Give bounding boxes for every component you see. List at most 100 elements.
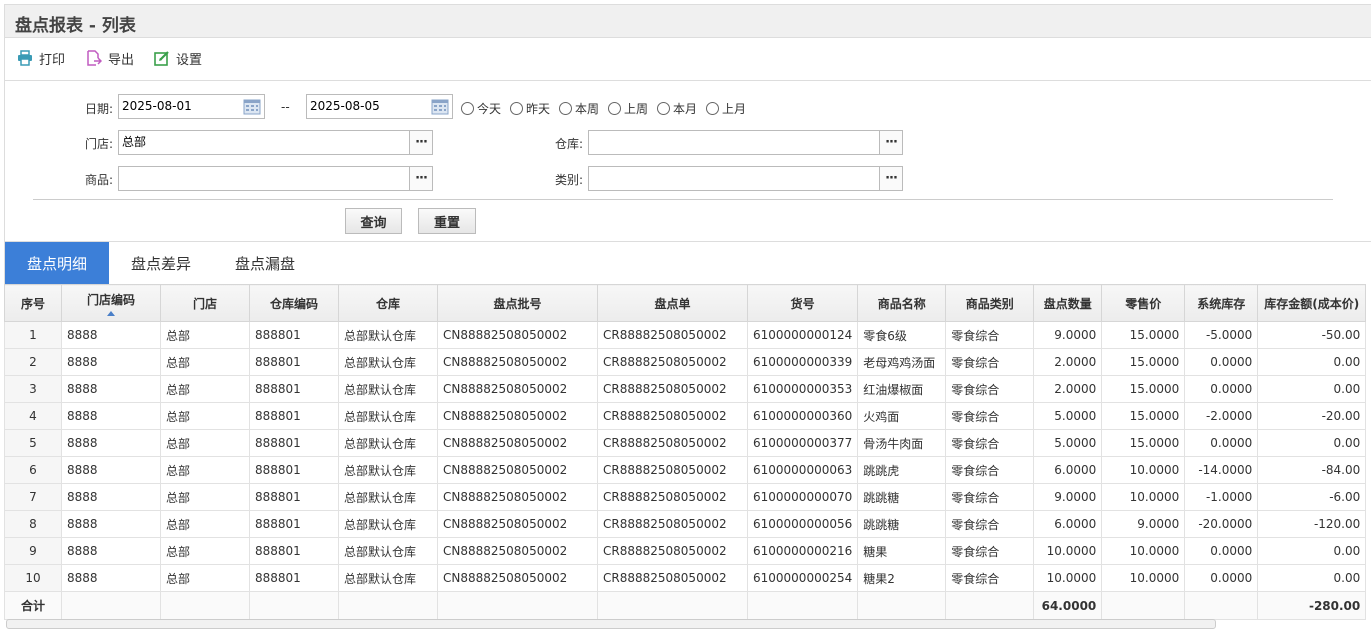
- table-cell: 9.0000: [1033, 483, 1103, 511]
- table-cell: 8888: [61, 321, 161, 349]
- table-cell: CN88882508050002: [437, 510, 598, 538]
- table-cell: [1184, 591, 1259, 620]
- table-row[interactable]: 3 8888 总部 888801 总部默认仓库 CN88882508050002 CR888…: [4, 375, 1367, 403]
- calendar-icon[interactable]: [241, 96, 263, 117]
- table-body: 1 8888 总部 888801 总部默认仓库 CN88882508050002 CR888…: [4, 321, 1367, 592]
- column-header[interactable]: 仓库: [338, 284, 438, 322]
- table-cell: 15.0000: [1101, 429, 1186, 457]
- table-cell: 零食综合: [945, 483, 1035, 511]
- tab-count-detail[interactable]: 盘点明细: [5, 242, 109, 284]
- data-grid: 序号 门店编码 门店 仓库编码 仓库 盘点批号 盘点单 货号 商品名称 商品类别…: [4, 284, 1371, 620]
- column-header[interactable]: 仓库编码: [249, 284, 339, 322]
- table-cell: 总部: [160, 375, 250, 403]
- table-cell: 9.0000: [1033, 321, 1103, 349]
- table-row[interactable]: 4 8888 总部 888801 总部默认仓库 CN88882508050002 CR888…: [4, 402, 1367, 430]
- product-label: 商品:: [85, 173, 114, 187]
- table-cell: 8888: [61, 348, 161, 376]
- category-picker-button[interactable]: ···: [879, 166, 903, 191]
- table-cell: 总部: [160, 402, 250, 430]
- calendar-icon[interactable]: [429, 96, 451, 117]
- category-field[interactable]: ···: [588, 166, 903, 191]
- table-cell: 0.00: [1257, 375, 1367, 403]
- column-header[interactable]: 商品类别: [945, 284, 1035, 322]
- query-button[interactable]: 查询: [345, 208, 402, 234]
- table-cell: 0.0000: [1184, 375, 1259, 403]
- warehouse-label: 仓库:: [555, 137, 584, 151]
- table-row[interactable]: 7 8888 总部 888801 总部默认仓库 CN88882508050002 CR888…: [4, 483, 1367, 511]
- table-cell: -14.0000: [1184, 456, 1259, 484]
- horizontal-scrollbar[interactable]: [6, 619, 1216, 629]
- reset-button[interactable]: 重置: [418, 208, 476, 234]
- tab-count-difference[interactable]: 盘点差异: [109, 242, 213, 284]
- table-cell: 5.0000: [1033, 429, 1103, 457]
- radio-yesterday[interactable]: 昨天: [510, 100, 550, 117]
- tab-count-missed[interactable]: 盘点漏盘: [213, 242, 317, 284]
- store-picker-button[interactable]: ···: [409, 130, 433, 155]
- product-field[interactable]: ···: [118, 166, 433, 191]
- table-cell: 跳跳糖: [857, 483, 947, 511]
- sort-ascending-icon: [107, 310, 115, 316]
- column-header[interactable]: 商品名称: [857, 284, 947, 322]
- column-header[interactable]: 序号: [4, 284, 62, 322]
- table-cell: 10.0000: [1101, 483, 1186, 511]
- store-field[interactable]: 总部 ···: [118, 130, 433, 155]
- export-button[interactable]: 导出: [86, 47, 134, 69]
- table-row[interactable]: 8 8888 总部 888801 总部默认仓库 CN88882508050002 CR888…: [4, 510, 1367, 538]
- table-cell: 888801: [249, 348, 339, 376]
- warehouse-picker-button[interactable]: ···: [879, 130, 903, 155]
- product-picker-button[interactable]: ···: [409, 166, 433, 191]
- column-header[interactable]: 门店: [160, 284, 250, 322]
- radio-last-month[interactable]: 上月: [706, 100, 746, 117]
- table-row[interactable]: 5 8888 总部 888801 总部默认仓库 CN88882508050002 CR888…: [4, 429, 1367, 457]
- table-cell: 0.00: [1257, 348, 1367, 376]
- radio-this-month[interactable]: 本月: [657, 100, 697, 117]
- column-header[interactable]: 库存金额(成本价): [1257, 284, 1367, 322]
- print-button[interactable]: 打印: [17, 47, 65, 69]
- table-row[interactable]: 2 8888 总部 888801 总部默认仓库 CN88882508050002 CR888…: [4, 348, 1367, 376]
- table-row[interactable]: 10 8888 总部 888801 总部默认仓库 CN88882508050002 CR88…: [4, 564, 1367, 592]
- table-cell: 10.0000: [1033, 537, 1103, 565]
- table-cell: 6100000000056: [746, 510, 859, 538]
- table-cell: 6100000000353: [746, 375, 859, 403]
- table-cell: [437, 591, 598, 620]
- table-cell: -84.00: [1257, 456, 1367, 484]
- settings-button[interactable]: 设置: [154, 47, 202, 69]
- table-cell: 888801: [249, 564, 339, 592]
- warehouse-field[interactable]: ···: [588, 130, 903, 155]
- table-cell: 2.0000: [1033, 375, 1103, 403]
- table-row[interactable]: 9 8888 总部 888801 总部默认仓库 CN88882508050002 CR888…: [4, 537, 1367, 565]
- table-cell: 总部默认仓库: [338, 321, 438, 349]
- table-cell: CR88882508050002: [597, 321, 748, 349]
- table-cell: [249, 591, 339, 620]
- table-cell: 总部: [160, 483, 250, 511]
- radio-today[interactable]: 今天: [461, 100, 501, 117]
- row-index: 2: [4, 348, 62, 376]
- page-title: 盘点报表 - 列表: [15, 16, 136, 36]
- table-cell: -5.0000: [1184, 321, 1259, 349]
- table-row[interactable]: 1 8888 总部 888801 总部默认仓库 CN88882508050002 CR888…: [4, 321, 1367, 349]
- column-header[interactable]: 盘点单: [597, 284, 748, 322]
- table-cell: 零食综合: [945, 537, 1035, 565]
- radio-this-week[interactable]: 本周: [559, 100, 599, 117]
- column-header[interactable]: 系统库存: [1184, 284, 1259, 322]
- table-cell: CR88882508050002: [597, 510, 748, 538]
- date-to-field[interactable]: 2025-08-05: [306, 94, 453, 119]
- total-amount: -280.00: [1257, 591, 1367, 620]
- row-index: 1: [4, 321, 62, 349]
- table-row[interactable]: 6 8888 总部 888801 总部默认仓库 CN88882508050002 CR888…: [4, 456, 1367, 484]
- report-tabs: 盘点明细 盘点差异 盘点漏盘: [4, 241, 1371, 284]
- column-header[interactable]: 货号: [746, 284, 859, 322]
- table-cell: 0.0000: [1184, 564, 1259, 592]
- table-cell: 8888: [61, 402, 161, 430]
- column-header[interactable]: 盘点数量: [1033, 284, 1103, 322]
- date-from-field[interactable]: 2025-08-01: [118, 94, 265, 119]
- radio-label: 本月: [673, 102, 698, 116]
- column-header-store-code[interactable]: 门店编码: [61, 284, 161, 322]
- table-cell: 10.0000: [1101, 537, 1186, 565]
- column-header[interactable]: 盘点批号: [437, 284, 598, 322]
- radio-last-week[interactable]: 上周: [608, 100, 648, 117]
- table-cell: 零食综合: [945, 510, 1035, 538]
- column-header[interactable]: 零售价: [1101, 284, 1186, 322]
- table-cell: -20.0000: [1184, 510, 1259, 538]
- table-cell: CN88882508050002: [437, 429, 598, 457]
